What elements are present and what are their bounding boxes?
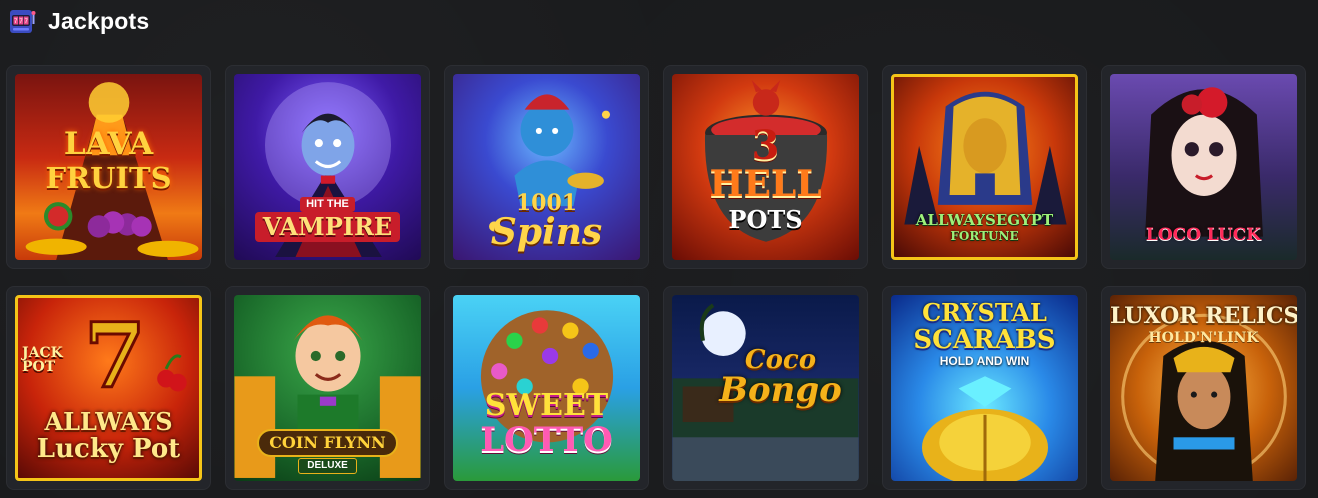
- game-subtitle: DELUXE: [298, 458, 357, 474]
- game-thumbnail: LAVA FRUITS: [15, 74, 202, 260]
- game-title-line: LOCO LUCK: [1145, 225, 1262, 245]
- game-title-line: ALLWAYS: [44, 407, 173, 436]
- game-tile-coin-flynn-deluxe[interactable]: COIN FLYNN DELUXE: [225, 286, 430, 490]
- game-tile-sweet-lotto[interactable]: SWEET LOTTO: [444, 286, 649, 490]
- game-thumbnail: 1001 Spins: [453, 74, 640, 260]
- game-thumbnail: ALLWAYSEGYPT FORTUNE: [891, 74, 1078, 260]
- game-title-line: LAVA: [63, 126, 154, 162]
- game-tile-allways-lucky-pot[interactable]: 7 JACK POT ALLWAYS Lucky Pot: [6, 286, 211, 490]
- game-title-line: HELL: [709, 163, 822, 205]
- game-tile-coco-bongo[interactable]: Coco Bongo: [663, 286, 868, 490]
- section-header: 7 7 7 Jackpots: [8, 4, 149, 38]
- game-title-line: HIT THE: [300, 197, 355, 212]
- game-tile-lava-fruits[interactable]: LAVA FRUITS: [6, 65, 211, 269]
- game-title-line: Bongo: [719, 370, 842, 410]
- section-title: Jackpots: [48, 7, 150, 34]
- slot-machine-icon: 7 7 7: [10, 10, 36, 33]
- game-tile-crystal-scarabs[interactable]: CRYSTAL SCARABS HOLD AND WIN: [882, 286, 1087, 490]
- game-tile-loco-luck[interactable]: LOCO LUCK: [1101, 65, 1306, 269]
- game-title-line: Lucky Pot: [36, 434, 181, 464]
- game-thumbnail: Coco Bongo: [672, 295, 859, 481]
- game-title-line: SWEET: [484, 388, 609, 423]
- game-thumbnail: 7 JACK POT ALLWAYS Lucky Pot: [15, 295, 202, 481]
- game-thumbnail: SWEET LOTTO: [453, 295, 640, 481]
- game-title-line: ALLWAYSEGYPT: [915, 211, 1054, 229]
- game-tile-hit-the-vampire[interactable]: HIT THE VAMPIRE: [225, 65, 430, 269]
- game-subtitle: HOLD AND WIN: [939, 354, 1030, 368]
- game-subtitle: HOLD'N'LINK: [1148, 330, 1259, 346]
- game-tile-luxor-relics[interactable]: LUXOR RELICS HOLD'N'LINK: [1101, 286, 1306, 490]
- game-title-line: LUXOR RELICS: [1110, 303, 1297, 329]
- game-thumbnail: HIT THE VAMPIRE: [234, 74, 421, 260]
- game-title-line: POT: [22, 359, 56, 375]
- game-title-line: SCARABS: [913, 325, 1056, 355]
- game-title-line: CRYSTAL: [922, 298, 1047, 327]
- game-title-line: VAMPIRE: [254, 212, 401, 242]
- game-tile-1001-spins[interactable]: 1001 Spins: [444, 65, 649, 269]
- game-thumbnail: 3 HELL POTS: [672, 74, 859, 260]
- game-tile-allways-egypt-fortune[interactable]: ALLWAYSEGYPT FORTUNE: [882, 65, 1087, 269]
- game-title-line: FRUITS: [45, 161, 172, 195]
- game-title-line: Spins: [490, 211, 603, 253]
- game-thumbnail: CRYSTAL SCARABS HOLD AND WIN: [891, 295, 1078, 481]
- game-title-line: POTS: [728, 205, 803, 234]
- game-title-line: FORTUNE: [950, 229, 1019, 243]
- game-title-line: JACK: [22, 345, 63, 361]
- game-thumbnail: COIN FLYNN DELUXE: [234, 295, 421, 481]
- svg-text:7: 7: [84, 304, 146, 408]
- game-thumbnail: LUXOR RELICS HOLD'N'LINK: [1110, 295, 1297, 481]
- game-grid: LAVA FRUITS HIT THE VAMPIRE 1001 Spins 3…: [6, 65, 1306, 490]
- game-tile-3-hell-pots[interactable]: 3 HELL POTS: [663, 65, 868, 269]
- game-title-line: LOTTO: [480, 420, 613, 460]
- game-thumbnail: LOCO LUCK: [1110, 74, 1297, 260]
- game-title-line: COIN FLYNN: [257, 429, 398, 457]
- game-title-line: 3: [751, 122, 780, 169]
